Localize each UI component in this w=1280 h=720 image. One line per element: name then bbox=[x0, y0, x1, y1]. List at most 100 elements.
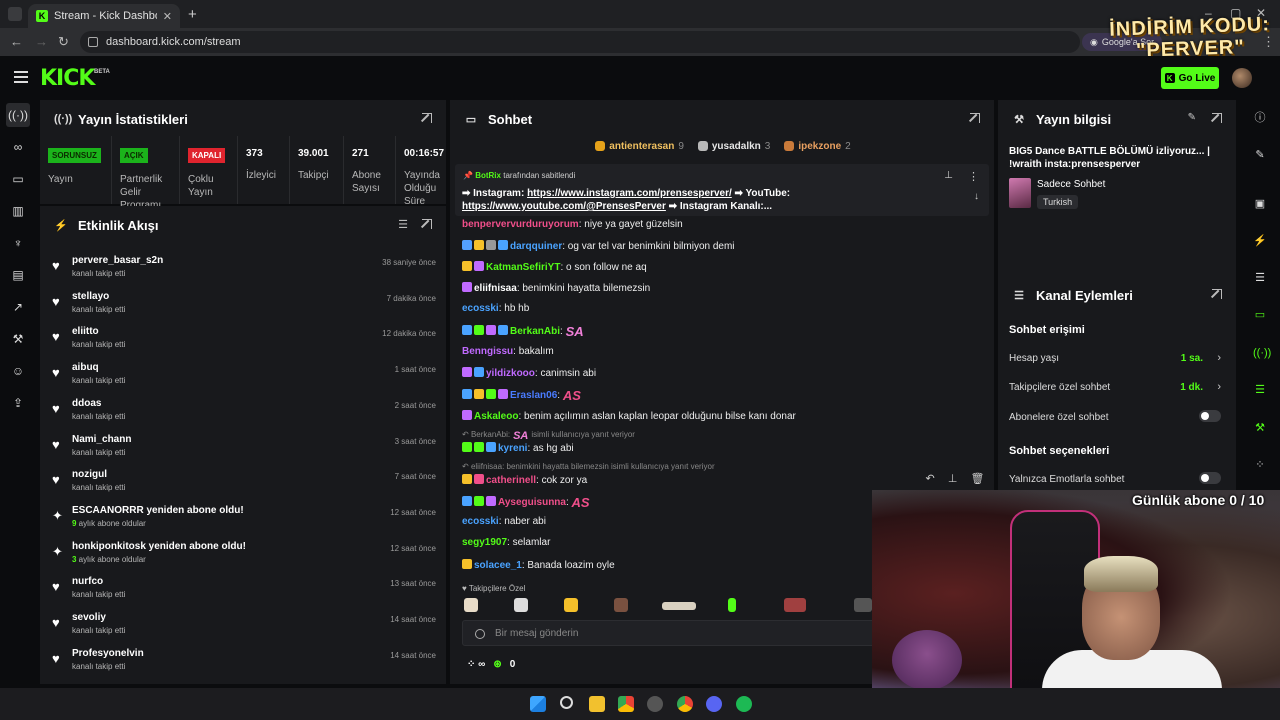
emote-icon[interactable] bbox=[464, 598, 478, 612]
chat-message[interactable]: darqquiner: og var tel var benimkini bil… bbox=[462, 240, 735, 252]
menu-icon[interactable] bbox=[14, 71, 28, 83]
chat-message[interactable]: catherinell: cok zor ya bbox=[462, 474, 587, 486]
subscribers-only-toggle[interactable] bbox=[1199, 410, 1221, 422]
chat-message[interactable]: eliifnisaa: benimkini hayatta bilemezsin bbox=[462, 282, 650, 294]
new-tab-icon[interactable]: + bbox=[188, 6, 197, 23]
chrome-icon[interactable] bbox=[618, 696, 634, 712]
chat-message[interactable]: KatmanSefiriYT: o son follow ne aq bbox=[462, 261, 647, 273]
back-icon[interactable]: ← bbox=[10, 34, 23, 49]
chat-message[interactable]: segy1907: selamlar bbox=[462, 537, 550, 548]
list-item[interactable]: ♥ ddoas kanalı takip etti 2 saat önce bbox=[40, 394, 446, 430]
chrome-alt-icon[interactable] bbox=[647, 696, 663, 712]
chart-icon[interactable]: ▥ bbox=[11, 204, 25, 218]
forward-icon[interactable]: → bbox=[35, 34, 48, 49]
chat-message[interactable]: ecosski: naber abi bbox=[462, 516, 546, 527]
close-icon[interactable]: ✕ bbox=[163, 10, 172, 23]
popout-icon[interactable] bbox=[422, 219, 432, 229]
chat-message[interactable]: Askaleoo: benim açılımın aslan kaplan le… bbox=[462, 410, 796, 422]
window-icon[interactable]: ▭ bbox=[11, 172, 25, 186]
delete-icon[interactable]: 🗑 bbox=[970, 472, 984, 485]
list-item[interactable]: ♥ Profesyonelvin kanalı takip etti 14 saat … bbox=[40, 644, 446, 680]
leader-item[interactable]: ipekzone 2 bbox=[784, 138, 851, 154]
chat-username[interactable]: darqquiner bbox=[510, 241, 562, 252]
upload-icon[interactable]: ⇪ bbox=[11, 396, 25, 410]
chat-username[interactable]: eliifnisaa bbox=[474, 283, 517, 294]
emote-icon[interactable] bbox=[564, 598, 578, 612]
unpin-icon[interactable]: ⊥ bbox=[944, 170, 953, 181]
discord-icon[interactable] bbox=[706, 696, 722, 712]
list-item[interactable]: ♥ nurfco kanalı takip etti 13 saat önce bbox=[40, 572, 446, 608]
chat-username[interactable]: KatmanSefiriYT bbox=[486, 262, 560, 273]
link-icon[interactable]: ∞ bbox=[11, 140, 25, 154]
chat-username[interactable]: Askaleoo bbox=[474, 411, 518, 422]
followers-only-row[interactable]: Takipçilere özel sohbet 1 dk. › bbox=[1009, 381, 1223, 393]
leader-item[interactable]: antienterasan 9 bbox=[595, 138, 684, 154]
pinned-link[interactable]: https://www.youtube.com/@PrensesPerver bbox=[462, 201, 666, 212]
account-age-row[interactable]: Hesap yaşı 1 sa. › bbox=[1009, 352, 1223, 364]
chat-username[interactable]: Eraslan06 bbox=[510, 390, 557, 401]
avatar[interactable] bbox=[1232, 68, 1252, 88]
filter-icon[interactable]: ☰ bbox=[398, 218, 408, 231]
pinned-message[interactable]: 📌 BotRix tarafından sabitlendi ⊥ ⋮ ↓ ➡ I… bbox=[455, 164, 989, 216]
chat-message[interactable]: Ayseguisunna: AS bbox=[462, 495, 590, 510]
chat-message[interactable]: kyreni: as hg abi bbox=[462, 442, 574, 454]
chat-message[interactable]: yildizkooo: canimsin abi bbox=[462, 367, 596, 379]
search-icon[interactable] bbox=[560, 696, 573, 709]
chat-username[interactable]: BerkanAbi bbox=[510, 326, 560, 337]
chat-message[interactable]: Benngissu: bakalım bbox=[462, 346, 554, 357]
chat-username[interactable]: solacee_1 bbox=[474, 560, 522, 571]
chat-input[interactable]: Bir mesaj gönderin bbox=[462, 620, 882, 646]
analytics-icon[interactable]: ↗ bbox=[11, 300, 25, 314]
stream-icon[interactable]: ((·)) bbox=[6, 103, 30, 127]
reply-context[interactable]: ↶ BerkanAbi: SA isimli kullanıcıya yanıt v… bbox=[462, 430, 635, 442]
chat-username[interactable]: benpervervurduruyorum bbox=[462, 219, 579, 230]
more-icon[interactable]: ⁘ bbox=[1253, 458, 1267, 472]
list-item[interactable]: ♥ sevoliy kanalı takip etti 14 saat önce bbox=[40, 608, 446, 644]
chat-username[interactable]: yildizkooo bbox=[486, 368, 535, 379]
popout-icon[interactable] bbox=[1212, 113, 1222, 123]
bolt-icon[interactable]: ⚡ bbox=[1253, 234, 1267, 248]
go-live-button[interactable]: K Go Live bbox=[1161, 67, 1219, 89]
reload-icon[interactable]: ↻ bbox=[58, 34, 69, 50]
tab-menu-button[interactable] bbox=[8, 7, 22, 21]
leader-item[interactable]: yusadalkn 3 bbox=[697, 138, 770, 154]
list-item[interactable]: ♥ aibuq kanalı takip etti 1 saat önce bbox=[40, 358, 446, 394]
browser-tab[interactable]: K Stream - Kick Dashboard ✕ bbox=[28, 4, 180, 28]
category-name[interactable]: Sadece Sohbet bbox=[1037, 179, 1105, 190]
edit-icon[interactable]: ✎ bbox=[1188, 112, 1196, 123]
chat-message[interactable]: ecosski: hb hb bbox=[462, 303, 529, 314]
start-icon[interactable] bbox=[530, 696, 546, 712]
chat-username[interactable]: Ayseguisunna bbox=[498, 497, 566, 508]
chat-message[interactable]: benpervervurduruyorum: niye ya gayet güz… bbox=[462, 219, 683, 230]
wrench-icon[interactable]: ⚒ bbox=[1253, 421, 1267, 435]
emote-icon[interactable] bbox=[728, 598, 736, 612]
points-icon[interactable]: ⁘ ∞ bbox=[467, 659, 485, 670]
reply-icon[interactable]: ↶ bbox=[926, 472, 935, 485]
chat-username[interactable]: kyreni bbox=[498, 443, 527, 454]
emote-icon[interactable] bbox=[514, 598, 528, 612]
popout-icon[interactable] bbox=[970, 113, 980, 123]
popout-icon[interactable] bbox=[1212, 289, 1222, 299]
chat-username[interactable]: Benngissu bbox=[462, 346, 513, 357]
site-info-icon[interactable] bbox=[88, 37, 98, 47]
list-item[interactable]: ✦ honkiponkitosk yeniden abone oldu! 3 ayl… bbox=[40, 537, 446, 573]
pin-message-icon[interactable]: ⊥ bbox=[948, 472, 958, 485]
trophy-icon[interactable]: ♆ bbox=[11, 236, 25, 250]
chat-username[interactable]: ecosski bbox=[462, 303, 499, 314]
chat-username[interactable]: ecosski bbox=[462, 516, 499, 527]
chat-username[interactable]: catherinell bbox=[486, 475, 536, 486]
list-item[interactable]: ♥ pervere_basar_s2n kanalı takip etti 38 sa… bbox=[40, 251, 446, 287]
expand-icon[interactable]: ↓ bbox=[974, 191, 979, 202]
chat-message[interactable]: solacee_1: Banada loazim oyle bbox=[462, 559, 615, 571]
pinned-link[interactable]: https://www.instagram.com/prensesperver/ bbox=[527, 188, 732, 199]
card-icon[interactable]: ▤ bbox=[11, 268, 25, 282]
media-icon[interactable]: ▣ bbox=[1253, 197, 1267, 211]
emote-icon[interactable] bbox=[784, 598, 806, 612]
reply-context[interactable]: ↶ eliifnisaa: benimkini hayatta bilemezs… bbox=[462, 462, 715, 471]
list-icon[interactable]: ☰ bbox=[1253, 271, 1267, 285]
list-item[interactable]: ♥ stellayo kanalı takip etti 7 dakika önce bbox=[40, 287, 446, 323]
kick-logo[interactable]: KICK bbox=[40, 66, 95, 91]
more-icon[interactable]: ⋮ bbox=[968, 170, 979, 183]
list-item[interactable]: ✦ ESCAANORRR yeniden abone oldu! 9 aylık a… bbox=[40, 501, 446, 537]
kick-coin-icon[interactable]: ⊛ bbox=[493, 659, 501, 670]
